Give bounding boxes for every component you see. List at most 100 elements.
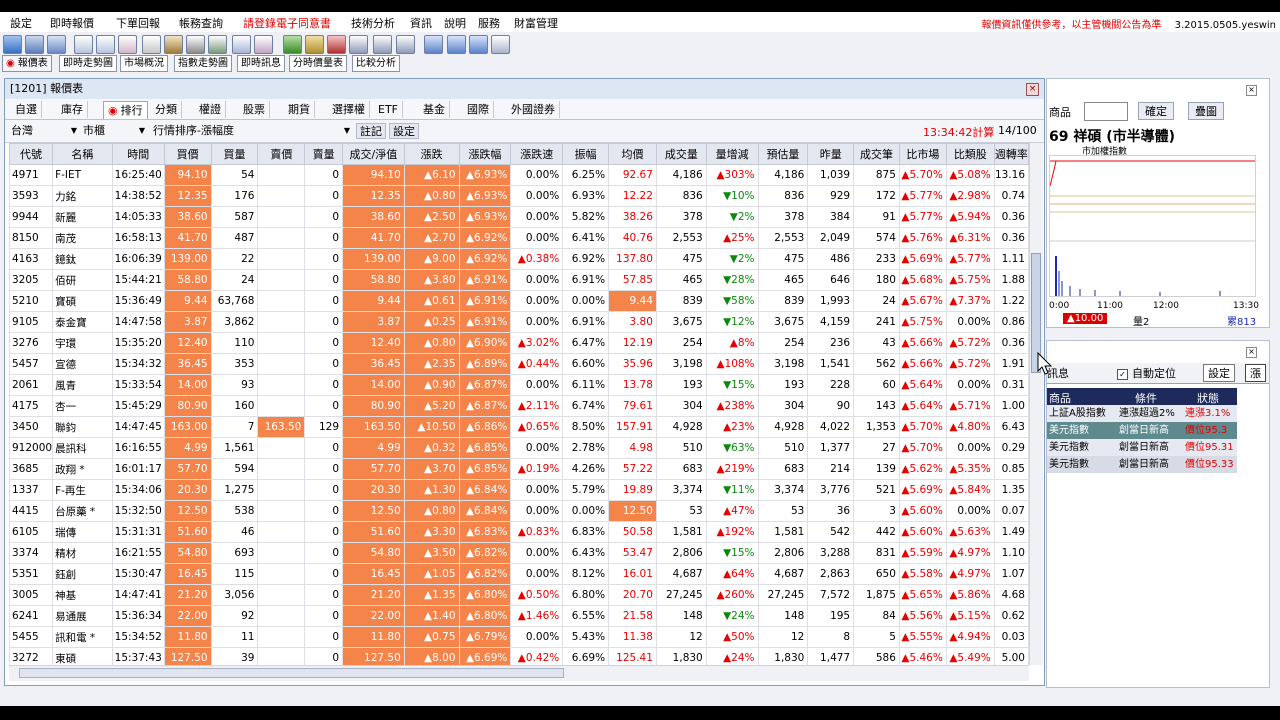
toolbar-zoom-out-icon[interactable] [396,35,415,54]
menu-order-report[interactable]: 下單回報 [116,15,160,31]
column-header[interactable]: 昨量 [807,143,855,165]
toolbar-alert-icon[interactable] [327,35,346,54]
menu-technical-analysis[interactable]: 技術分析 [351,15,395,31]
column-header[interactable]: 代號 [9,143,54,165]
tab-warrant[interactable]: 權證 [195,101,226,118]
table-row[interactable]: 3272 東碩 15:37:43 127.50 39 0 127.50 ▲8.00 ▲6.69%… [9,647,1029,665]
table-row[interactable]: 3374 精材 16:21:55 54.80 693 0 54.80 ▲3.50 ▲6.82% 0… [9,542,1029,564]
tab-stock[interactable]: 股票 [239,101,270,118]
alert-row[interactable]: 美元指數 創當日新高 價位95.31 [1047,439,1237,456]
table-row[interactable]: 6241 易通展 15:36:34 22.00 92 0 22.00 ▲1.40 ▲6.80% ▲… [9,605,1029,627]
toolbar-download-icon[interactable] [283,35,302,54]
table-row[interactable]: 4163 鐿鈦 16:06:39 139.00 22 0 139.00 ▲9.00 ▲6.92%… [9,248,1029,270]
table-row[interactable]: 5351 鈺創 15:30:47 16.45 115 0 16.45 ▲1.05 ▲6.82% 0… [9,563,1029,585]
table-row[interactable]: 5455 訊和電 * 15:34:52 11.80 11 0 11.80 ▲0.75 ▲6.79… [9,626,1029,648]
note-button[interactable]: 註記 [356,123,386,139]
alert-row[interactable]: 上証A股指數 連漲超過2% 連漲3.1% [1047,405,1237,422]
menu-account-query[interactable]: 帳務查詢 [179,15,223,31]
toolbar-trend-icon[interactable] [424,35,443,54]
toolbar-mail-icon[interactable] [232,35,251,54]
toolbar-globe-icon[interactable] [47,35,66,54]
column-header[interactable]: 成交量 [655,143,707,165]
table-row[interactable]: 3005 神基 14:47:41 21.20 3,056 0 21.20 ▲1.35 ▲6.80… [9,584,1029,606]
column-header[interactable]: 時間 [111,143,165,165]
settings-button[interactable]: 設定 [389,123,419,139]
toolbar-trend3-icon[interactable] [469,35,488,54]
column-header[interactable]: 成交/淨值 [342,143,405,165]
table-row[interactable]: 4175 杏一 15:45:29 80.90 160 0 80.90 ▲5.20 ▲6.87% ▲… [9,395,1029,417]
market-select[interactable]: 台灣 ▼ [11,123,77,138]
toolbar-table-icon[interactable] [96,35,115,54]
menu-info[interactable]: 資訊 [410,15,432,31]
table-row[interactable]: 4415 台原藥 * 15:32:50 12.50 538 0 12.50 ▲0.80 ▲6.8… [9,500,1029,522]
table-row[interactable]: 6105 瑞傳 15:31:31 51.60 46 0 51.60 ▲3.30 ▲6.83% ▲0… [9,521,1029,543]
tab-etf[interactable]: ETF [374,101,403,118]
column-header[interactable]: 漲跌 [403,143,460,165]
tab-fund[interactable]: 基金 [419,101,450,118]
column-header[interactable]: 成交筆 [853,143,900,165]
sort-select[interactable]: 行情排序-漲幅度 ▼ [153,123,350,138]
toolbar-search-icon[interactable] [349,35,368,54]
column-header[interactable]: 預估量 [757,143,809,165]
tab-ranking[interactable]: ◉ 排行 [103,101,148,119]
intraday-chart[interactable] [1049,155,1256,297]
toolbar-chart-icon[interactable] [74,35,93,54]
scroll-thumb[interactable] [19,668,564,678]
toolbar-trend2-icon[interactable] [447,35,466,54]
menu-settings[interactable]: 設定 [10,15,32,31]
column-header[interactable]: 買價 [163,143,212,165]
column-header[interactable]: 週轉率 [993,143,1029,165]
table-row[interactable]: 9105 泰金寶 14:47:58 3.87 3,862 0 3.87 ▲0.25 ▲6.91%… [9,311,1029,333]
window-tab-compare[interactable]: 比較分析 [352,55,400,72]
table-row[interactable]: 1337 F-再生 15:34:06 20.30 1,275 0 20.30 ▲1.30 ▲6.… [9,479,1029,501]
tab-rise[interactable]: 漲 [1245,364,1266,382]
menu-e-consent[interactable]: 請登錄電子同意書 [243,15,331,31]
toolbar-line-icon[interactable] [118,35,137,54]
toolbar-clock-icon[interactable] [142,35,161,54]
window-tab-news[interactable]: 即時訊息 [237,55,285,72]
toolbar-open-icon[interactable] [3,35,22,54]
alert-settings-button[interactable]: 設定 [1203,364,1235,382]
auto-locate-checkbox[interactable]: ✓ 自動定位 [1117,365,1176,381]
table-row[interactable]: 3685 政翔 * 16:01:17 57.70 594 0 57.70 ▲3.70 ▲6.85… [9,458,1029,480]
tab-inventory[interactable]: 庫存 [57,101,88,118]
horizontal-scrollbar[interactable] [9,665,1029,681]
column-header[interactable]: 比類股 [945,143,995,165]
window-tab-index[interactable]: 指數走勢圖 [174,55,232,72]
tab-watchlist[interactable]: 自選 [11,101,42,118]
column-header[interactable]: 賣價 [257,143,306,165]
table-row[interactable]: 912000 晨訊科 16:16:55 4.99 1,561 0 4.99 ▲0.32 ▲6.8… [9,437,1029,459]
column-header[interactable]: 漲跌速 [510,143,564,165]
toolbar-window-icon[interactable] [254,35,273,54]
menu-help[interactable]: 說明 [444,15,466,31]
toolbar-compare-icon[interactable] [208,35,227,54]
column-header[interactable]: 名稱 [52,143,113,165]
close-icon[interactable]: × [1246,347,1257,358]
toolbar-print-icon[interactable] [491,35,510,54]
menu-wealth[interactable]: 財富管理 [514,15,558,31]
toolbar-list-icon[interactable] [25,35,44,54]
toolbar-bar-icon[interactable] [164,35,183,54]
table-row[interactable]: 2061 風青 15:33:54 14.00 93 0 14.00 ▲0.90 ▲6.87% 0.… [9,374,1029,396]
column-header[interactable]: 量增減 [705,143,759,165]
board-select[interactable]: 市櫃 ▼ [83,123,145,138]
window-tab-realtime[interactable]: 即時走勢圖 [59,55,117,72]
table-row[interactable]: 3450 聯鈞 14:47:45 163.00 7 163.50 129 163.50 ▲10.… [9,416,1029,438]
column-header[interactable]: 賣量 [304,143,344,165]
toolbar-folder-icon[interactable] [305,35,324,54]
product-input[interactable] [1084,102,1128,121]
alert-row[interactable]: 美元指數 創當日新高 價位95.33 [1047,456,1237,473]
toolbar-filter-icon[interactable] [186,35,205,54]
tab-futures[interactable]: 期貨 [284,101,315,118]
column-header[interactable]: 漲跌幅 [458,143,512,165]
window-tab-minute[interactable]: 分時價量表 [289,55,347,72]
overlay-button[interactable]: 疊圖 [1188,102,1224,120]
toolbar-zoom-icon[interactable] [373,35,392,54]
tab-category[interactable]: 分類 [151,101,182,118]
table-row[interactable]: 5457 宣德 15:34:32 36.45 353 0 36.45 ▲2.35 ▲6.89% ▲… [9,353,1029,375]
confirm-button[interactable]: 確定 [1138,102,1174,120]
tab-options[interactable]: 選擇權 [328,101,370,118]
menu-service[interactable]: 服務 [478,15,500,31]
window-tab-quote[interactable]: ◉ 報價表 [2,55,52,72]
table-row[interactable]: 5210 寶碩 15:36:49 9.44 63,768 0 9.44 ▲0.61 ▲6.91%… [9,290,1029,312]
